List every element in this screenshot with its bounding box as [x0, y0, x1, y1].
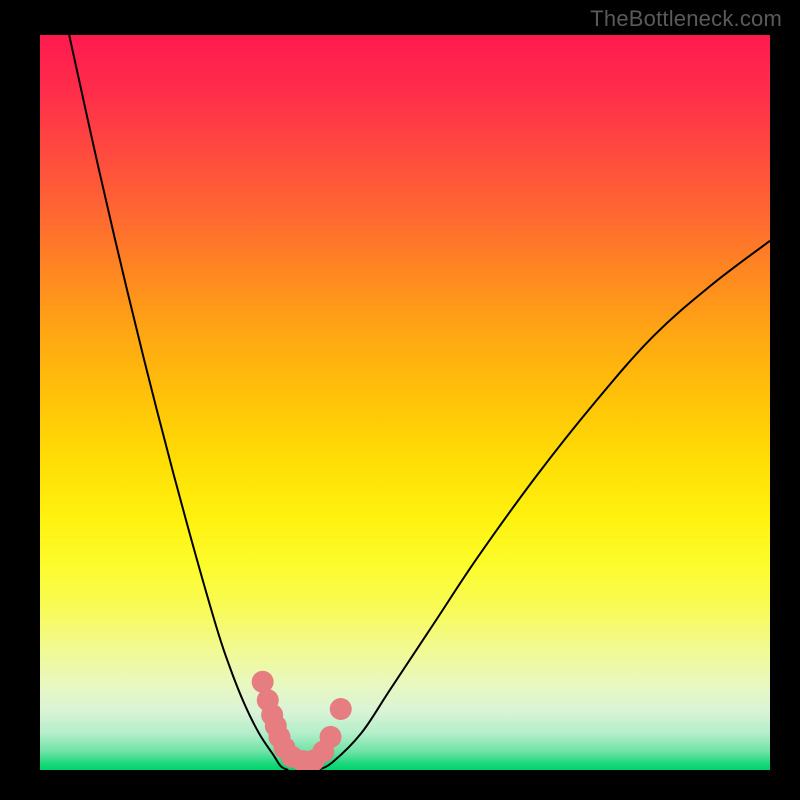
watermark-text: TheBottleneck.com [590, 6, 782, 32]
data-marker [330, 698, 352, 720]
data-marker [320, 726, 342, 748]
chart-svg [40, 35, 770, 770]
left-curve [69, 35, 288, 770]
marker-group [252, 671, 352, 770]
plot-area [40, 35, 770, 770]
right-curve [317, 241, 770, 770]
